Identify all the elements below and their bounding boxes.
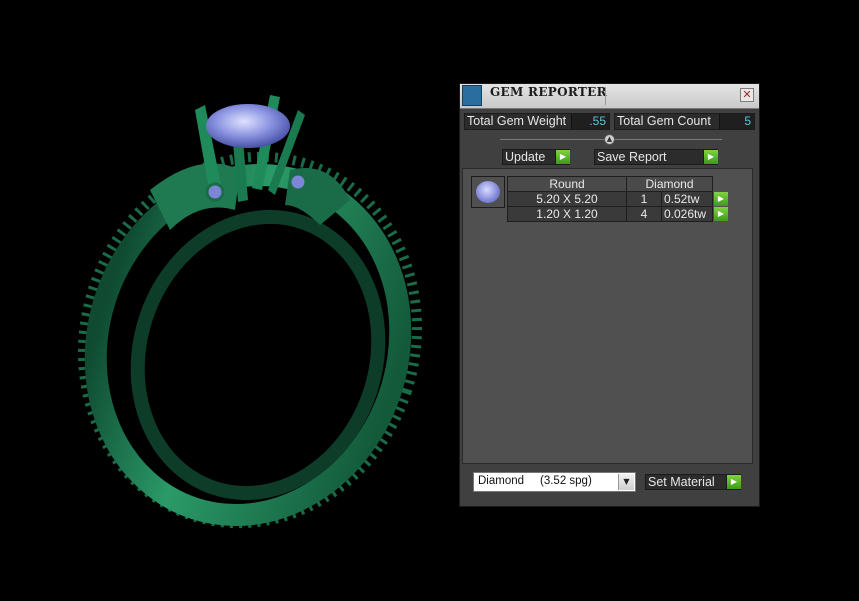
total-gem-weight: Total Gem Weight .55 <box>464 113 610 130</box>
header-shape: Round <box>507 176 627 192</box>
panel-slider-knob[interactable]: ▲ <box>604 134 615 145</box>
gem-size: 5.20 X 5.20 <box>507 191 627 207</box>
total-gem-count-value: 5 <box>719 114 754 129</box>
total-gem-weight-label: Total Gem Weight <box>467 114 567 128</box>
gem-table-header: Round Diamond <box>507 176 729 192</box>
gem-weight: 0.026tw <box>661 206 713 222</box>
total-gem-count-label: Total Gem Count <box>617 114 711 128</box>
save-report-arrow-icon: ▶ <box>703 150 718 164</box>
save-report-label: Save Report <box>597 150 667 164</box>
update-button[interactable]: Update ▶ <box>502 149 570 165</box>
row-arrow-icon[interactable]: ▶ <box>714 207 728 222</box>
gem-weight: 0.52tw <box>661 191 713 207</box>
total-gem-weight-value: .55 <box>571 114 609 129</box>
table-row[interactable]: 5.20 X 5.20 1 0.52tw ▶ <box>507 191 729 207</box>
row-arrow-icon[interactable]: ▶ <box>714 192 728 207</box>
material-select[interactable]: Diamond (3.52 spg) ▼ <box>473 472 636 492</box>
header-material: Diamond <box>626 176 713 192</box>
chevron-down-icon[interactable]: ▼ <box>618 474 634 490</box>
set-material-arrow-icon: ▶ <box>726 475 741 489</box>
3d-viewport[interactable] <box>0 0 455 597</box>
update-label: Update <box>505 150 546 164</box>
title-divider <box>605 87 606 105</box>
gem-count: 4 <box>626 206 662 222</box>
gem-weight-text: 0.026tw <box>664 207 707 221</box>
round-gem-icon <box>476 181 500 203</box>
gem-count: 1 <box>626 191 662 207</box>
close-icon[interactable]: ✕ <box>740 88 754 102</box>
ring-model <box>77 95 423 529</box>
gem-reporter-panel: GEM REPORTER ✕ Total Gem Weight .55 Tota… <box>459 83 760 507</box>
save-report-button[interactable]: Save Report ▶ <box>594 149 718 165</box>
gem-list-area[interactable]: Round Diamond 5.20 X 5.20 1 0.52tw ▶ 1.2… <box>462 168 753 464</box>
update-arrow-icon: ▶ <box>555 150 570 164</box>
set-material-button[interactable]: Set Material ▶ <box>645 474 741 490</box>
gem-reporter-app-icon <box>462 85 482 106</box>
gem-table: Round Diamond 5.20 X 5.20 1 0.52tw ▶ 1.2… <box>507 176 729 222</box>
table-row[interactable]: 1.20 X 1.20 4 0.026tw ▶ <box>507 206 729 222</box>
gem-size: 1.20 X 1.20 <box>507 206 627 222</box>
title-bar[interactable]: GEM REPORTER ✕ <box>460 84 759 109</box>
material-select-value: Diamond (3.52 spg) <box>478 475 592 487</box>
total-gem-count: Total Gem Count 5 <box>614 113 755 130</box>
round-gem-thumbnail[interactable] <box>471 176 505 208</box>
panel-title: GEM REPORTER <box>490 85 607 99</box>
gem-weight-text: 0.52tw <box>664 192 700 206</box>
set-material-label: Set Material <box>648 475 715 489</box>
